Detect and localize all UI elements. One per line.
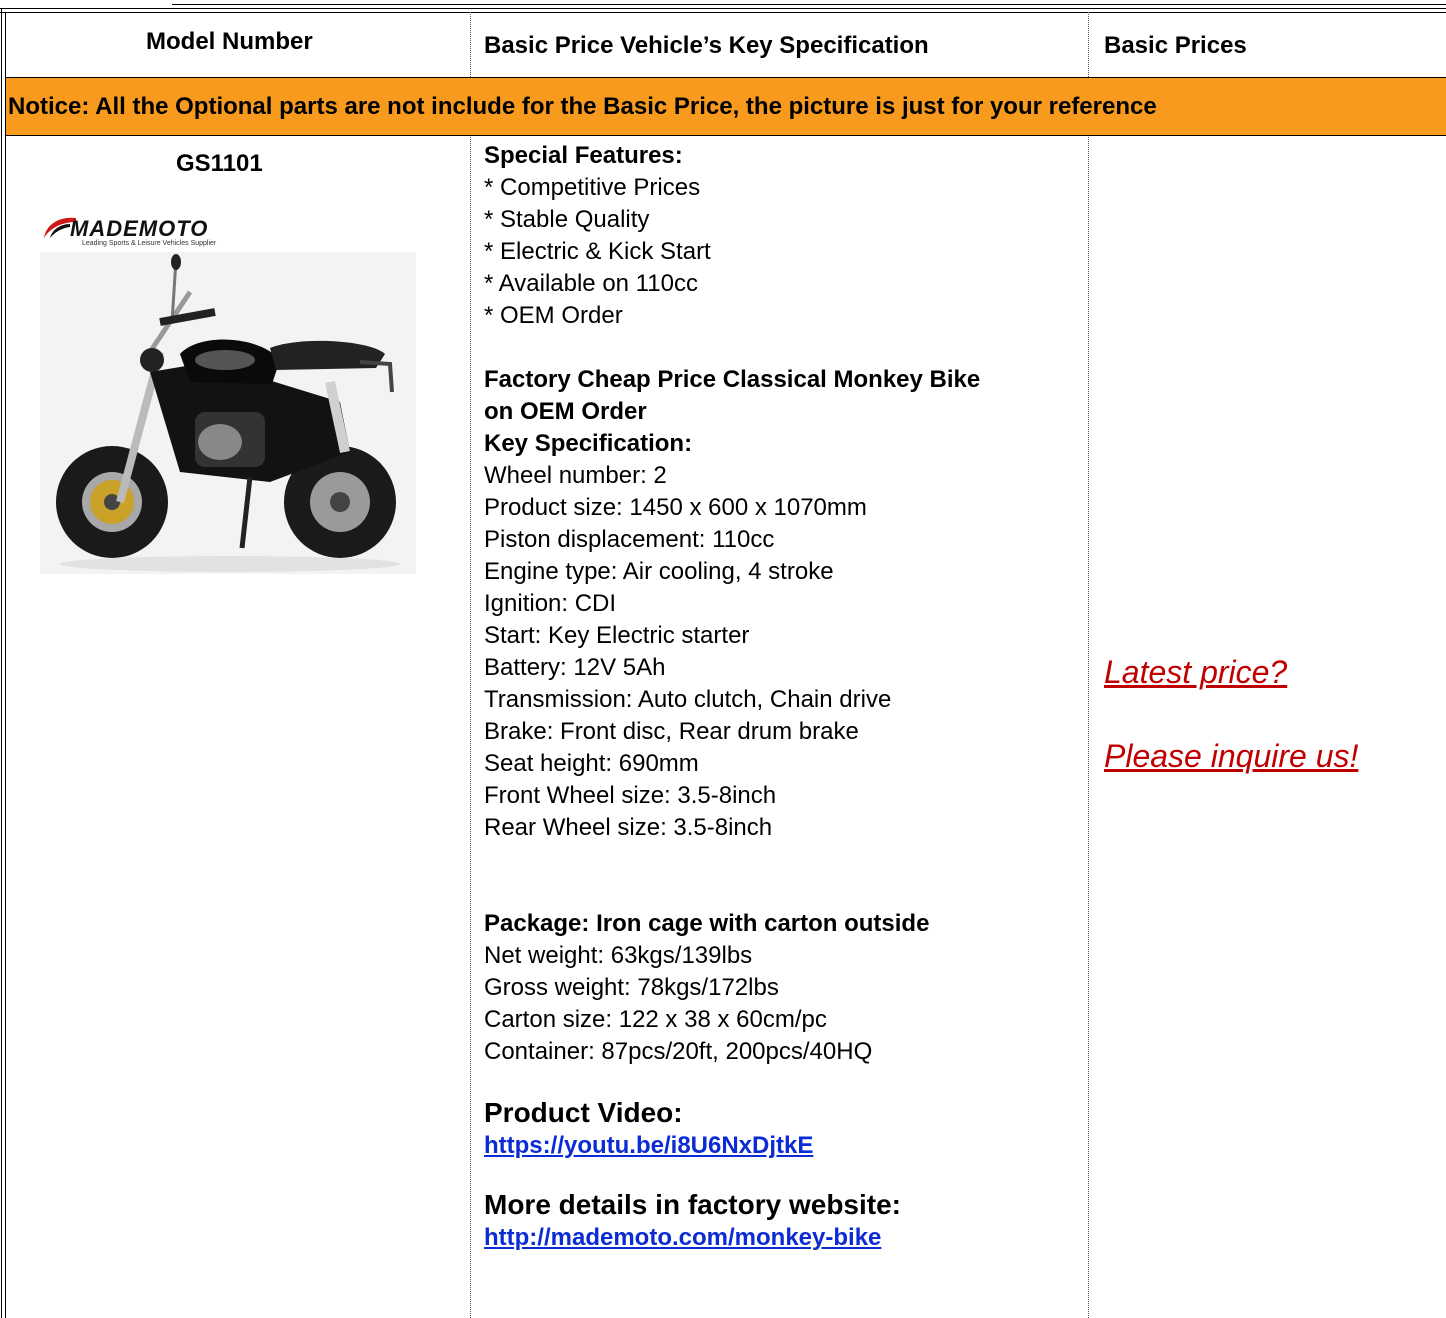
product-headline: Factory Cheap Price Classical Monkey Bik… [484, 366, 981, 393]
spec-item: Product size: 1450 x 600 x 1070mm [484, 494, 867, 521]
package-item: Gross weight: 78kgs/172lbs [484, 974, 779, 1001]
spec-item: Front Wheel size: 3.5-8inch [484, 782, 777, 809]
feature-item: * Stable Quality [484, 206, 650, 233]
column-divider [1088, 12, 1089, 77]
spec-item: Engine type: Air cooling, 4 stroke [484, 558, 834, 585]
special-features-title: Special Features: [484, 142, 683, 169]
product-photo [40, 252, 416, 574]
package-item: Container: 87pcs/20ft, 200pcs/40HQ [484, 1038, 873, 1065]
logo-wordmark: MADEMOTO [70, 216, 209, 241]
spec-sheet: Model Number Basic Price Vehicle’s Key S… [0, 0, 1446, 1318]
top-border [0, 12, 1446, 13]
header-model-number: Model Number [146, 28, 313, 55]
feature-item: * Competitive Prices [484, 174, 701, 201]
product-headline: on OEM Order [484, 398, 647, 425]
model-number: GS1101 [176, 150, 263, 177]
feature-item: * Available on 110cc [484, 270, 698, 297]
package-item: Carton size: 122 x 38 x 60cm/pc [484, 1006, 827, 1033]
spec-item: Piston displacement: 110cc [484, 526, 775, 553]
spec-item: Ignition: CDI [484, 590, 617, 617]
brand-logo: MADEMOTO Leading Sports & Leisure Vehicl… [40, 212, 240, 252]
monkey-bike-image [40, 252, 416, 574]
spec-item: Transmission: Auto clutch, Chain drive [484, 686, 892, 713]
column-divider [1088, 135, 1089, 1318]
spec-item: Seat height: 690mm [484, 750, 699, 777]
spec-item: Start: Key Electric starter [484, 622, 750, 649]
notice-text: Notice: All the Optional parts are not i… [8, 93, 1157, 120]
left-border [1, 8, 2, 1318]
feature-item: * Electric & Kick Start [484, 238, 711, 265]
video-title: Product Video: [484, 1097, 683, 1128]
package-item: Net weight: 63kgs/139lbs [484, 942, 753, 969]
left-border [5, 12, 6, 1318]
column-divider [470, 135, 471, 1318]
price-inquiry-link[interactable]: Latest price? [1104, 654, 1287, 691]
notice-bar: Notice: All the Optional parts are not i… [6, 77, 1446, 136]
spec-item: Battery: 12V 5Ah [484, 654, 666, 681]
spec-item: Rear Wheel size: 3.5-8inch [484, 814, 773, 841]
website-link[interactable]: http://mademoto.com/monkey-bike [484, 1224, 881, 1251]
video-link[interactable]: https://youtu.be/i8U6NxDjtkE [484, 1132, 813, 1159]
spec-item: Brake: Front disc, Rear drum brake [484, 718, 859, 745]
header-key-spec: Basic Price Vehicle’s Key Specification [484, 32, 929, 59]
top-border [0, 8, 1446, 9]
website-title: More details in factory website: [484, 1189, 901, 1220]
spec-item: Wheel number: 2 [484, 462, 667, 489]
price-inquiry-link[interactable]: Please inquire us! [1104, 738, 1358, 775]
key-spec-title: Key Specification: [484, 430, 693, 457]
column-divider [470, 12, 471, 77]
specification-block: Special Features: * Competitive Prices *… [484, 140, 1084, 1254]
logo-tagline: Leading Sports & Leisure Vehicles Suppli… [82, 240, 217, 247]
top-border [172, 4, 1446, 5]
package-title: Package: Iron cage with carton outside [484, 910, 930, 937]
feature-item: * OEM Order [484, 302, 623, 329]
header-basic-prices: Basic Prices [1104, 32, 1247, 59]
